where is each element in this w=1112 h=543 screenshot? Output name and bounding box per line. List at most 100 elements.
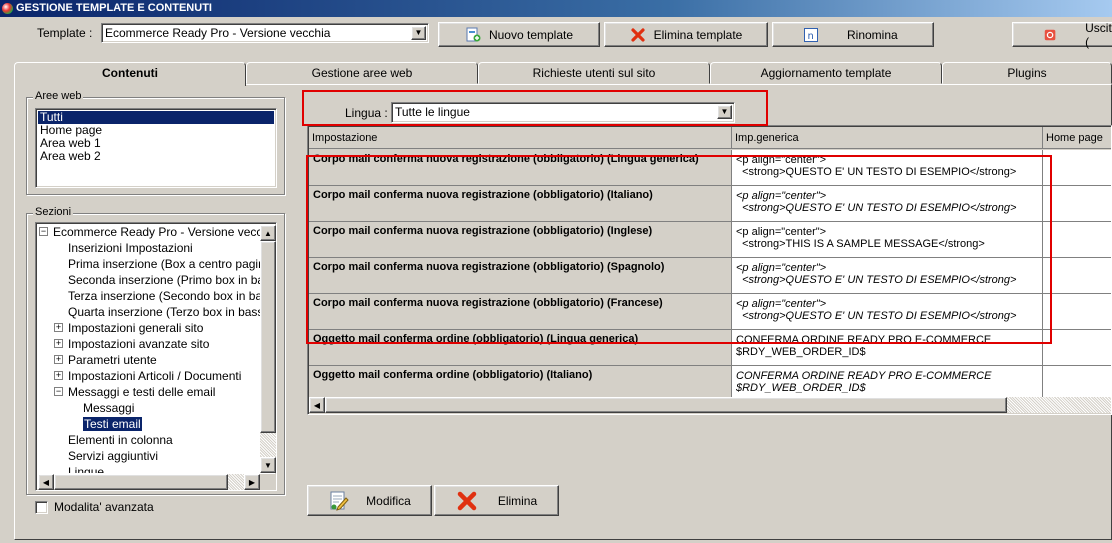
table-row[interactable]: Corpo mail conferma nuova registrazione … (309, 222, 1111, 258)
delete-button[interactable]: Elimina (434, 485, 559, 516)
scroll-left-icon[interactable]: ◀ (309, 397, 325, 413)
tree-node[interactable]: Prima inserzione (Box a centro pagina) (68, 256, 260, 272)
table-row[interactable]: Corpo mail conferma nuova registrazione … (309, 258, 1111, 294)
template-select[interactable]: Ecommerce Ready Pro - Versione vecchia ▼ (101, 23, 429, 43)
lingua-label: Lingua : (345, 106, 388, 120)
tree-node-label: Lingue (68, 465, 105, 473)
scroll-up-icon[interactable]: ▲ (260, 225, 276, 241)
tree-node[interactable]: Quarta inserzione (Terzo box in basso) (68, 304, 260, 320)
advanced-mode-checkbox[interactable] (35, 501, 48, 514)
column-header[interactable]: Impostazione (309, 127, 732, 149)
setting-value-cell[interactable]: CONFERMA ORDINE READY PRO E-COMMERCE $RD… (732, 366, 1043, 397)
home-page-cell[interactable] (1043, 258, 1111, 294)
home-page-cell[interactable] (1043, 294, 1111, 330)
tree-node[interactable]: Lingue (68, 464, 104, 473)
delete-template-button[interactable]: Elimina template (604, 22, 768, 47)
table-row[interactable]: Corpo mail conferma nuova registrazione … (309, 294, 1111, 330)
tree-node-label: Impostazioni Articoli / Documenti (68, 369, 242, 383)
setting-name-cell[interactable]: Corpo mail conferma nuova registrazione … (309, 186, 732, 222)
tree-node[interactable]: Elementi in colonna (68, 432, 173, 448)
exit-button[interactable]: Uscita ( (1012, 21, 1112, 49)
table-row[interactable]: Corpo mail conferma nuova registrazione … (309, 150, 1111, 186)
scroll-right-icon[interactable]: ▶ (244, 474, 260, 490)
rename-button[interactable]: n Rinomina (772, 22, 934, 47)
delete-template-label: Elimina template (653, 27, 743, 42)
chevron-down-icon[interactable]: ▼ (717, 105, 732, 119)
list-item[interactable]: Area web 2 (38, 150, 274, 163)
tree-node[interactable]: Impostazioni Articoli / Documenti (68, 368, 241, 384)
setting-value-cell[interactable]: <p align="center"> <strong>QUESTO E' UN … (732, 294, 1043, 330)
expand-icon[interactable]: + (54, 339, 63, 348)
column-header[interactable]: Imp.generica (732, 127, 1043, 149)
tab-aggiornamento-template[interactable]: Aggiornamento template (710, 62, 942, 84)
tree-node-label: Messaggi (83, 401, 135, 415)
home-page-cell[interactable] (1043, 222, 1111, 258)
tree-node[interactable]: Messaggi (83, 400, 134, 416)
scroll-left-icon[interactable]: ◀ (38, 474, 54, 490)
expand-icon[interactable]: + (54, 323, 63, 332)
rename-label: Rinomina (847, 27, 898, 42)
new-template-label: Nuovo template (488, 27, 574, 42)
lingua-select-value: Tutte le lingue (395, 105, 470, 119)
tree-node[interactable]: Inserizioni Impostazioni (68, 240, 193, 256)
setting-name-cell[interactable]: Oggetto mail conferma ordine (obbligator… (309, 330, 732, 366)
tab-contenuti[interactable]: Contenuti (14, 62, 246, 86)
collapse-icon[interactable]: − (54, 387, 63, 396)
tree-node-label: Testi email (83, 417, 142, 431)
home-page-cell[interactable] (1043, 366, 1111, 397)
tree-node[interactable]: Seconda inserzione (Primo box in basso) (68, 272, 260, 288)
expand-icon[interactable]: + (54, 371, 63, 380)
setting-name-cell[interactable]: Oggetto mail conferma ordine (obbligator… (309, 366, 732, 397)
tab-richieste-utenti[interactable]: Richieste utenti sul sito (478, 62, 710, 84)
setting-name-cell[interactable]: Corpo mail conferma nuova registrazione … (309, 258, 732, 294)
tab-plugins[interactable]: Plugins (942, 62, 1112, 84)
exit-icon (1044, 29, 1056, 40)
setting-name-cell[interactable]: Corpo mail conferma nuova registrazione … (309, 150, 732, 186)
setting-value-cell[interactable]: <p align="center"> <strong>QUESTO E' UN … (732, 258, 1043, 294)
lingua-select[interactable]: Tutte le lingue ▼ (391, 102, 735, 123)
scroll-thumb[interactable] (260, 241, 276, 433)
settings-grid[interactable]: Impostazione Imp.generica Home page Corpo m… (307, 125, 1112, 415)
scroll-thumb[interactable] (54, 474, 228, 490)
chevron-down-icon[interactable]: ▼ (411, 26, 426, 40)
scroll-thumb[interactable] (325, 397, 1007, 413)
app-icon (2, 3, 13, 14)
modify-button[interactable]: Modifica (307, 485, 432, 516)
sezioni-tree[interactable]: − Ecommerce Ready Pro - Versione vecchia I… (35, 222, 277, 491)
collapse-icon[interactable]: − (39, 227, 48, 236)
table-row[interactable]: Oggetto mail conferma ordine (obbligator… (309, 366, 1111, 397)
tree-node[interactable]: Impostazioni generali sito (68, 320, 203, 336)
tree-node[interactable]: Ecommerce Ready Pro - Versione vecchia (53, 224, 260, 240)
delete-x-icon (631, 27, 645, 42)
table-row[interactable]: Oggetto mail conferma ordine (obbligator… (309, 330, 1111, 366)
setting-value-cell[interactable]: CONFERMA ORDINE READY PRO E-COMMERCE $RD… (732, 330, 1043, 366)
home-page-cell[interactable] (1043, 186, 1111, 222)
setting-value-cell[interactable]: <p align="center"> <strong>QUESTO E' UN … (732, 186, 1043, 222)
svg-text:n: n (808, 31, 814, 42)
tree-node[interactable]: Parametri utente (68, 352, 157, 368)
new-template-button[interactable]: Nuovo template (438, 22, 600, 47)
tree-node[interactable]: Servizi aggiuntivi (68, 448, 158, 464)
setting-value-cell[interactable]: <p align="center"> <strong>THIS IS A SAM… (732, 222, 1043, 258)
tab-gestione-aree-web[interactable]: Gestione aree web (246, 62, 478, 84)
expand-icon[interactable]: + (54, 355, 63, 364)
home-page-cell[interactable] (1043, 330, 1111, 366)
tree-node[interactable]: Impostazioni avanzate sito (68, 336, 209, 352)
tree-node[interactable]: Terza inserzione (Secondo box in basso) (68, 288, 260, 304)
window-title-bar: GESTIONE TEMPLATE E CONTENUTI (0, 0, 1112, 17)
window-title: GESTIONE TEMPLATE E CONTENUTI (16, 2, 212, 14)
tree-node[interactable]: Messaggi e testi delle email (68, 384, 215, 400)
tree-node[interactable]: Testi email (83, 416, 142, 432)
tree-content: − Ecommerce Ready Pro - Versione vecchia I… (36, 223, 260, 473)
tree-node-label: Elementi in colonna (68, 433, 173, 447)
home-page-cell[interactable] (1043, 150, 1111, 186)
setting-name-cell[interactable]: Corpo mail conferma nuova registrazione … (309, 294, 732, 330)
tree-node-label: Servizi aggiuntivi (68, 449, 159, 463)
aree-web-list[interactable]: Tutti Home page Area web 1 Area web 2 (35, 108, 277, 188)
delete-label: Elimina (497, 493, 538, 508)
column-header[interactable]: Home page (1043, 127, 1111, 149)
setting-name-cell[interactable]: Corpo mail conferma nuova registrazione … (309, 222, 732, 258)
table-row[interactable]: Corpo mail conferma nuova registrazione … (309, 186, 1111, 222)
setting-value-cell[interactable]: <p align="center"> <strong>QUESTO E' UN … (732, 150, 1043, 186)
scroll-down-icon[interactable]: ▼ (260, 457, 276, 473)
